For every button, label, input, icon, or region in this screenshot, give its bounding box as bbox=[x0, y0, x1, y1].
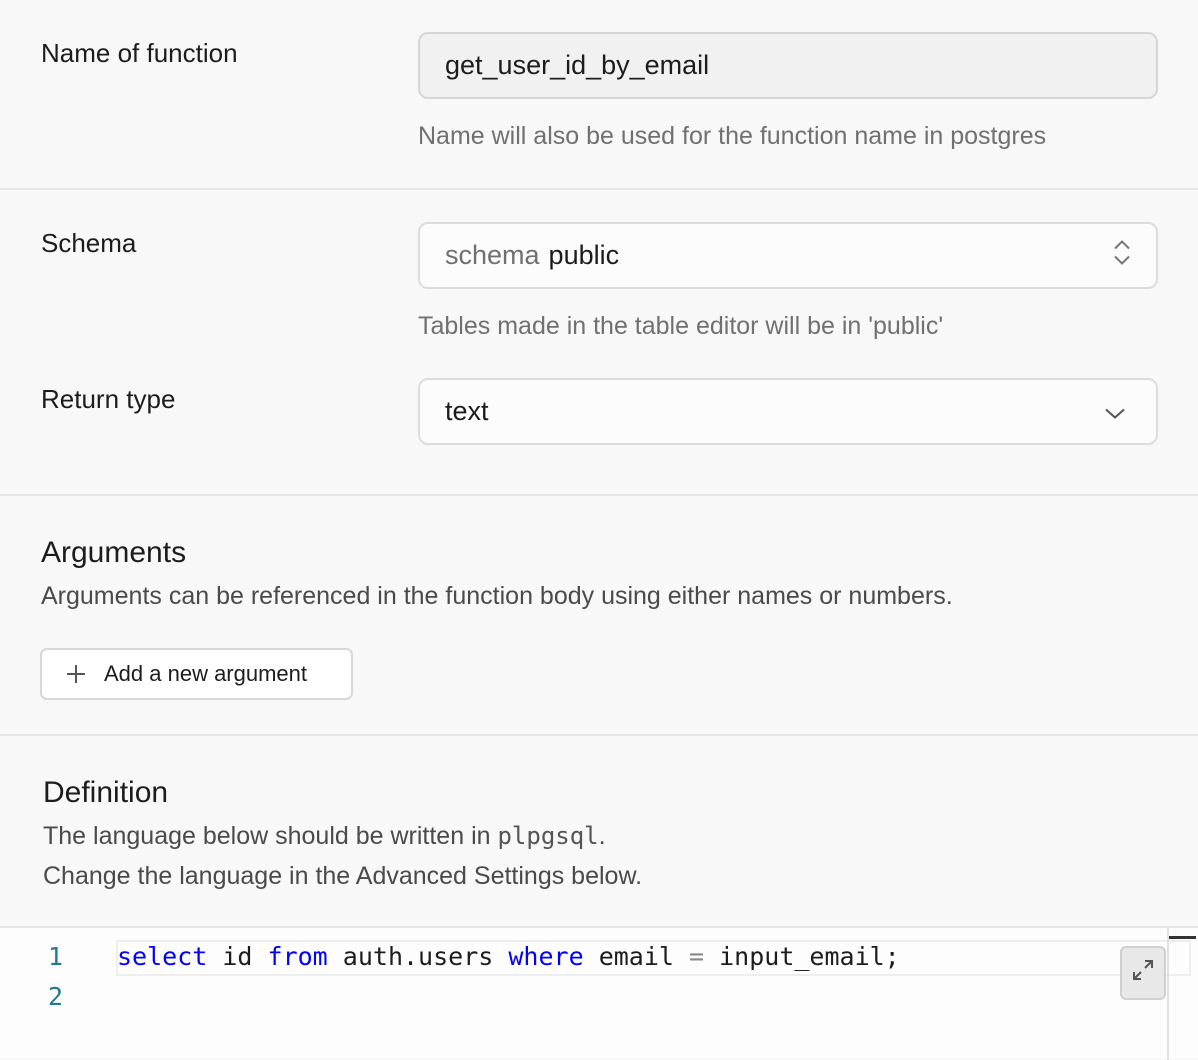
return-type-value: text bbox=[445, 396, 489, 426]
code-token: email bbox=[583, 942, 689, 971]
line-number: 2 bbox=[48, 982, 64, 1011]
schema-label: Schema bbox=[41, 228, 137, 258]
code-token: select bbox=[117, 942, 208, 971]
code-token: auth.users bbox=[327, 942, 509, 971]
schema-help: Tables made in the table editor will be … bbox=[418, 312, 944, 340]
code-token: = bbox=[689, 942, 705, 971]
definition-language: plpgsql bbox=[497, 822, 599, 850]
expand-editor-button[interactable] bbox=[1120, 946, 1166, 1000]
schema-value: public bbox=[548, 240, 620, 270]
scrollbar-marker bbox=[1169, 936, 1196, 939]
function-name-label: Name of function bbox=[41, 38, 238, 68]
expand-icon bbox=[1130, 957, 1156, 989]
definition-desc-suffix: . bbox=[598, 822, 606, 850]
add-argument-label: Add a new argument bbox=[104, 661, 308, 686]
code-token: input_email; bbox=[704, 942, 900, 971]
add-argument-button[interactable]: Add a new argument bbox=[40, 648, 353, 700]
arguments-title: Arguments bbox=[41, 536, 187, 569]
schema-prefix: schema bbox=[445, 240, 540, 270]
name-section: Name of function get_user_id_by_email Na… bbox=[0, 0, 1198, 190]
line-number: 1 bbox=[48, 942, 64, 971]
code-token: where bbox=[508, 942, 584, 971]
editor-scrollbar[interactable] bbox=[1167, 928, 1169, 1060]
function-name-help: Name will also be used for the function … bbox=[418, 122, 1047, 150]
definition-title: Definition bbox=[43, 776, 169, 809]
chevron-down-icon bbox=[1104, 396, 1126, 427]
code-token: id bbox=[207, 942, 268, 971]
return-type-label: Return type bbox=[41, 384, 176, 414]
definition-desc-prefix: The language below should be written in bbox=[43, 822, 491, 850]
arguments-section: Arguments Arguments can be referenced in… bbox=[0, 496, 1198, 736]
arguments-description: Arguments can be referenced in the funct… bbox=[41, 582, 953, 610]
function-name-value: get_user_id_by_email bbox=[445, 50, 710, 80]
plus-icon bbox=[66, 664, 86, 684]
return-type-select[interactable]: text bbox=[418, 378, 1158, 445]
schema-section: Schema schema public Tables made in the … bbox=[0, 190, 1198, 496]
code-token: from bbox=[267, 942, 328, 971]
code-line-1[interactable]: select id from auth.users where email = … bbox=[117, 942, 900, 971]
definition-description: The language below should be written in … bbox=[43, 816, 606, 856]
definition-section: Definition The language below should be … bbox=[0, 736, 1198, 926]
function-name-input[interactable]: get_user_id_by_email bbox=[418, 32, 1158, 99]
schema-select[interactable]: schema public bbox=[418, 222, 1158, 289]
chevron-up-down-icon bbox=[1112, 237, 1132, 274]
code-editor[interactable]: 1 2 select id from auth.users where emai… bbox=[0, 926, 1198, 1060]
definition-desc-line2: Change the language in the Advanced Sett… bbox=[43, 862, 643, 890]
